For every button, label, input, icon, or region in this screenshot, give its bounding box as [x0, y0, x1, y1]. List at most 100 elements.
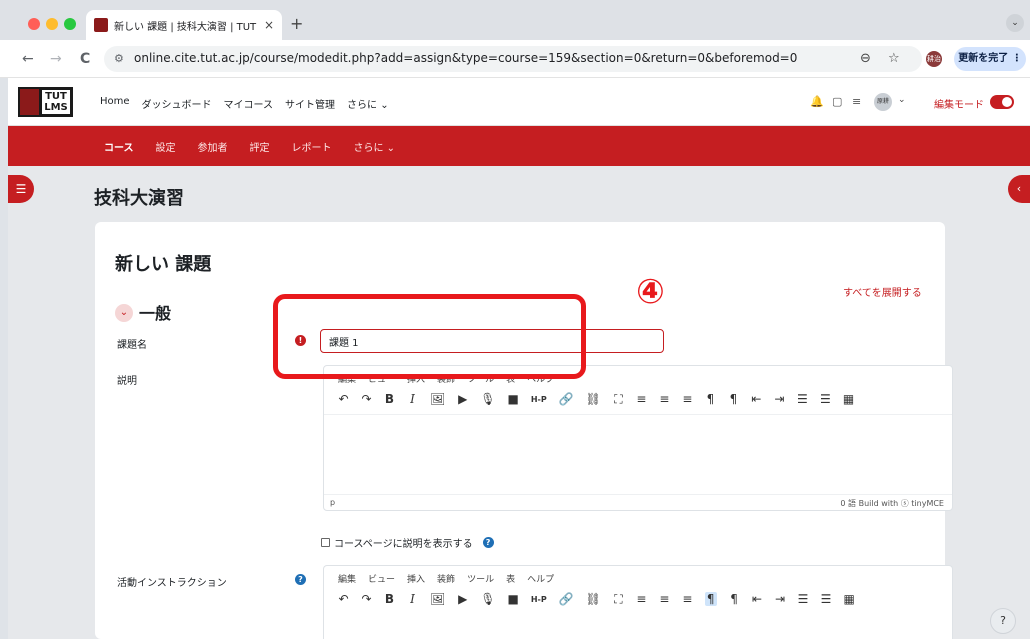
redo-icon[interactable]: ↷ — [361, 392, 372, 406]
database-icon[interactable]: ≡ — [852, 95, 861, 108]
description-editor[interactable]: 編集 ビュー 挿入 装飾 ツール 表 ヘルプ ↶ ↷ B I 🖼 ▶ 🎙 ■ H… — [323, 365, 953, 511]
media-icon[interactable]: ▶ — [457, 592, 468, 606]
unlink-icon[interactable]: ⛓ — [586, 392, 601, 406]
align-center-icon[interactable]: ≡ — [659, 392, 670, 406]
url-text[interactable]: online.cite.tut.ac.jp/course/modedit.php… — [134, 51, 797, 65]
ltr-icon[interactable]: ¶ — [705, 392, 716, 406]
chevron-down-icon[interactable]: ⌄ — [898, 95, 906, 105]
tab-reports[interactable]: レポート — [292, 139, 332, 154]
nav-site-admin[interactable]: サイト管理 — [285, 96, 335, 111]
floating-help-button[interactable]: ? — [990, 608, 1016, 634]
tab-participants[interactable]: 参加者 — [198, 139, 228, 154]
media-icon[interactable]: ▶ — [457, 392, 468, 406]
outdent-icon[interactable]: ⇤ — [751, 392, 762, 406]
help-icon[interactable]: ? — [295, 574, 306, 585]
tab-more[interactable]: さらに ⌄ — [354, 139, 396, 154]
numbered-list-icon[interactable]: ☰ — [821, 592, 832, 606]
undo-icon[interactable]: ↶ — [338, 592, 349, 606]
tab-settings[interactable]: 設定 — [156, 139, 176, 154]
indent-icon[interactable]: ⇥ — [774, 392, 785, 406]
bullet-list-icon[interactable]: ☰ — [797, 392, 808, 406]
site-info-icon[interactable]: ⚙ — [114, 52, 124, 65]
nav-more[interactable]: さらに ⌄ — [347, 96, 389, 111]
rtl-icon[interactable]: ¶ — [728, 392, 739, 406]
menu-table[interactable]: 表 — [506, 572, 515, 585]
align-left-icon[interactable]: ≡ — [636, 392, 647, 406]
activity-instructions-editor[interactable]: 編集 ビュー 挿入 装飾 ツール 表 ヘルプ ↶ ↷ B I 🖼 ▶ 🎙 ■ H… — [323, 565, 953, 639]
user-avatar[interactable]: 原耕 — [874, 93, 892, 111]
calculator-icon[interactable]: ▦ — [843, 392, 854, 406]
fullscreen-icon[interactable]: ⛶ — [613, 392, 624, 407]
ltr-icon[interactable]: ¶ — [704, 592, 717, 606]
indent-icon[interactable]: ⇥ — [775, 592, 786, 606]
image-icon[interactable]: 🖼 — [430, 592, 445, 606]
align-center-icon[interactable]: ≡ — [659, 592, 670, 606]
menu-insert[interactable]: 挿入 — [407, 572, 425, 585]
numbered-list-icon[interactable]: ☰ — [820, 392, 831, 406]
close-window-button[interactable] — [28, 18, 40, 30]
address-bar[interactable]: ⚙ online.cite.tut.ac.jp/course/modedit.p… — [104, 46, 922, 72]
align-right-icon[interactable]: ≡ — [682, 592, 693, 606]
image-icon[interactable]: 🖼 — [430, 392, 445, 406]
bell-icon[interactable]: 🔔 — [810, 95, 824, 108]
nav-home[interactable]: Home — [100, 96, 130, 111]
undo-icon[interactable]: ↶ — [338, 392, 349, 406]
menu-format[interactable]: 装飾 — [437, 572, 455, 585]
tab-menu-button[interactable]: ⌄ — [1006, 14, 1024, 32]
tab-course[interactable]: コース — [104, 139, 134, 154]
update-button[interactable]: 更新を完了 ⋮ — [954, 47, 1026, 71]
link-icon[interactable]: 🔗 — [559, 592, 574, 606]
site-logo[interactable]: TUT LMS — [18, 87, 73, 117]
link-icon[interactable]: 🔗 — [559, 392, 574, 406]
maximize-window-button[interactable] — [64, 18, 76, 30]
browser-tab[interactable]: 新しい 課題 | 技科大演習 | TUT L × — [86, 10, 282, 40]
align-right-icon[interactable]: ≡ — [682, 392, 693, 406]
help-icon[interactable]: ? — [482, 537, 494, 548]
video-record-icon[interactable]: ■ — [507, 592, 518, 606]
back-icon[interactable]: ← — [22, 51, 34, 67]
new-tab-button[interactable]: + — [290, 14, 303, 33]
edit-mode-toggle[interactable] — [990, 95, 1014, 109]
audio-record-icon[interactable]: 🎙 — [480, 392, 495, 406]
element-path[interactable]: p — [330, 498, 335, 507]
chat-icon[interactable]: ▢ — [832, 95, 842, 108]
align-left-icon[interactable]: ≡ — [636, 592, 647, 606]
nav-dashboard[interactable]: ダッシュボード — [142, 96, 212, 111]
bold-icon[interactable]: B — [384, 592, 395, 606]
menu-view[interactable]: ビュー — [368, 572, 395, 585]
show-description-checkbox[interactable] — [321, 538, 330, 547]
expand-all-link[interactable]: すべてを展開する — [843, 284, 922, 299]
zoom-icon[interactable]: ⊖ — [860, 51, 871, 66]
h5p-icon[interactable]: H-P — [531, 595, 547, 604]
tab-close-icon[interactable]: × — [264, 18, 274, 32]
section-title[interactable]: 一般 — [139, 300, 171, 324]
audio-record-icon[interactable]: 🎙 — [480, 592, 495, 606]
activity-instructions-label: 活動インストラクション — [117, 578, 227, 589]
editor-content-area[interactable] — [324, 414, 952, 494]
minimize-window-button[interactable] — [46, 18, 58, 30]
menu-help[interactable]: ヘルプ — [527, 572, 554, 585]
nav-my-courses[interactable]: マイコース — [224, 96, 274, 111]
fullscreen-icon[interactable]: ⛶ — [613, 592, 624, 607]
block-drawer-button[interactable]: ‹ — [1008, 175, 1030, 203]
video-record-icon[interactable]: ■ — [507, 392, 518, 406]
profile-avatar[interactable]: 耕治 — [926, 51, 942, 67]
section-collapse-icon[interactable]: ⌄ — [115, 304, 133, 322]
tab-grades[interactable]: 評定 — [250, 139, 270, 154]
bullet-list-icon[interactable]: ☰ — [798, 592, 809, 606]
menu-tools[interactable]: ツール — [467, 572, 494, 585]
reload-icon[interactable]: C — [80, 51, 90, 67]
calculator-icon[interactable]: ▦ — [844, 592, 855, 606]
menu-edit[interactable]: 編集 — [338, 572, 356, 585]
outdent-icon[interactable]: ⇤ — [752, 592, 763, 606]
italic-icon[interactable]: I — [407, 592, 418, 606]
rtl-icon[interactable]: ¶ — [729, 592, 740, 606]
unlink-icon[interactable]: ⛓ — [586, 592, 601, 606]
bookmark-star-icon[interactable]: ☆ — [888, 51, 900, 66]
h5p-icon[interactable]: H-P — [531, 395, 547, 404]
redo-icon[interactable]: ↷ — [361, 592, 372, 606]
show-description-row[interactable]: コースページに説明を表示する ? — [321, 535, 494, 550]
forward-icon[interactable]: → — [50, 51, 62, 67]
italic-icon[interactable]: I — [407, 392, 418, 406]
bold-icon[interactable]: B — [384, 392, 395, 406]
